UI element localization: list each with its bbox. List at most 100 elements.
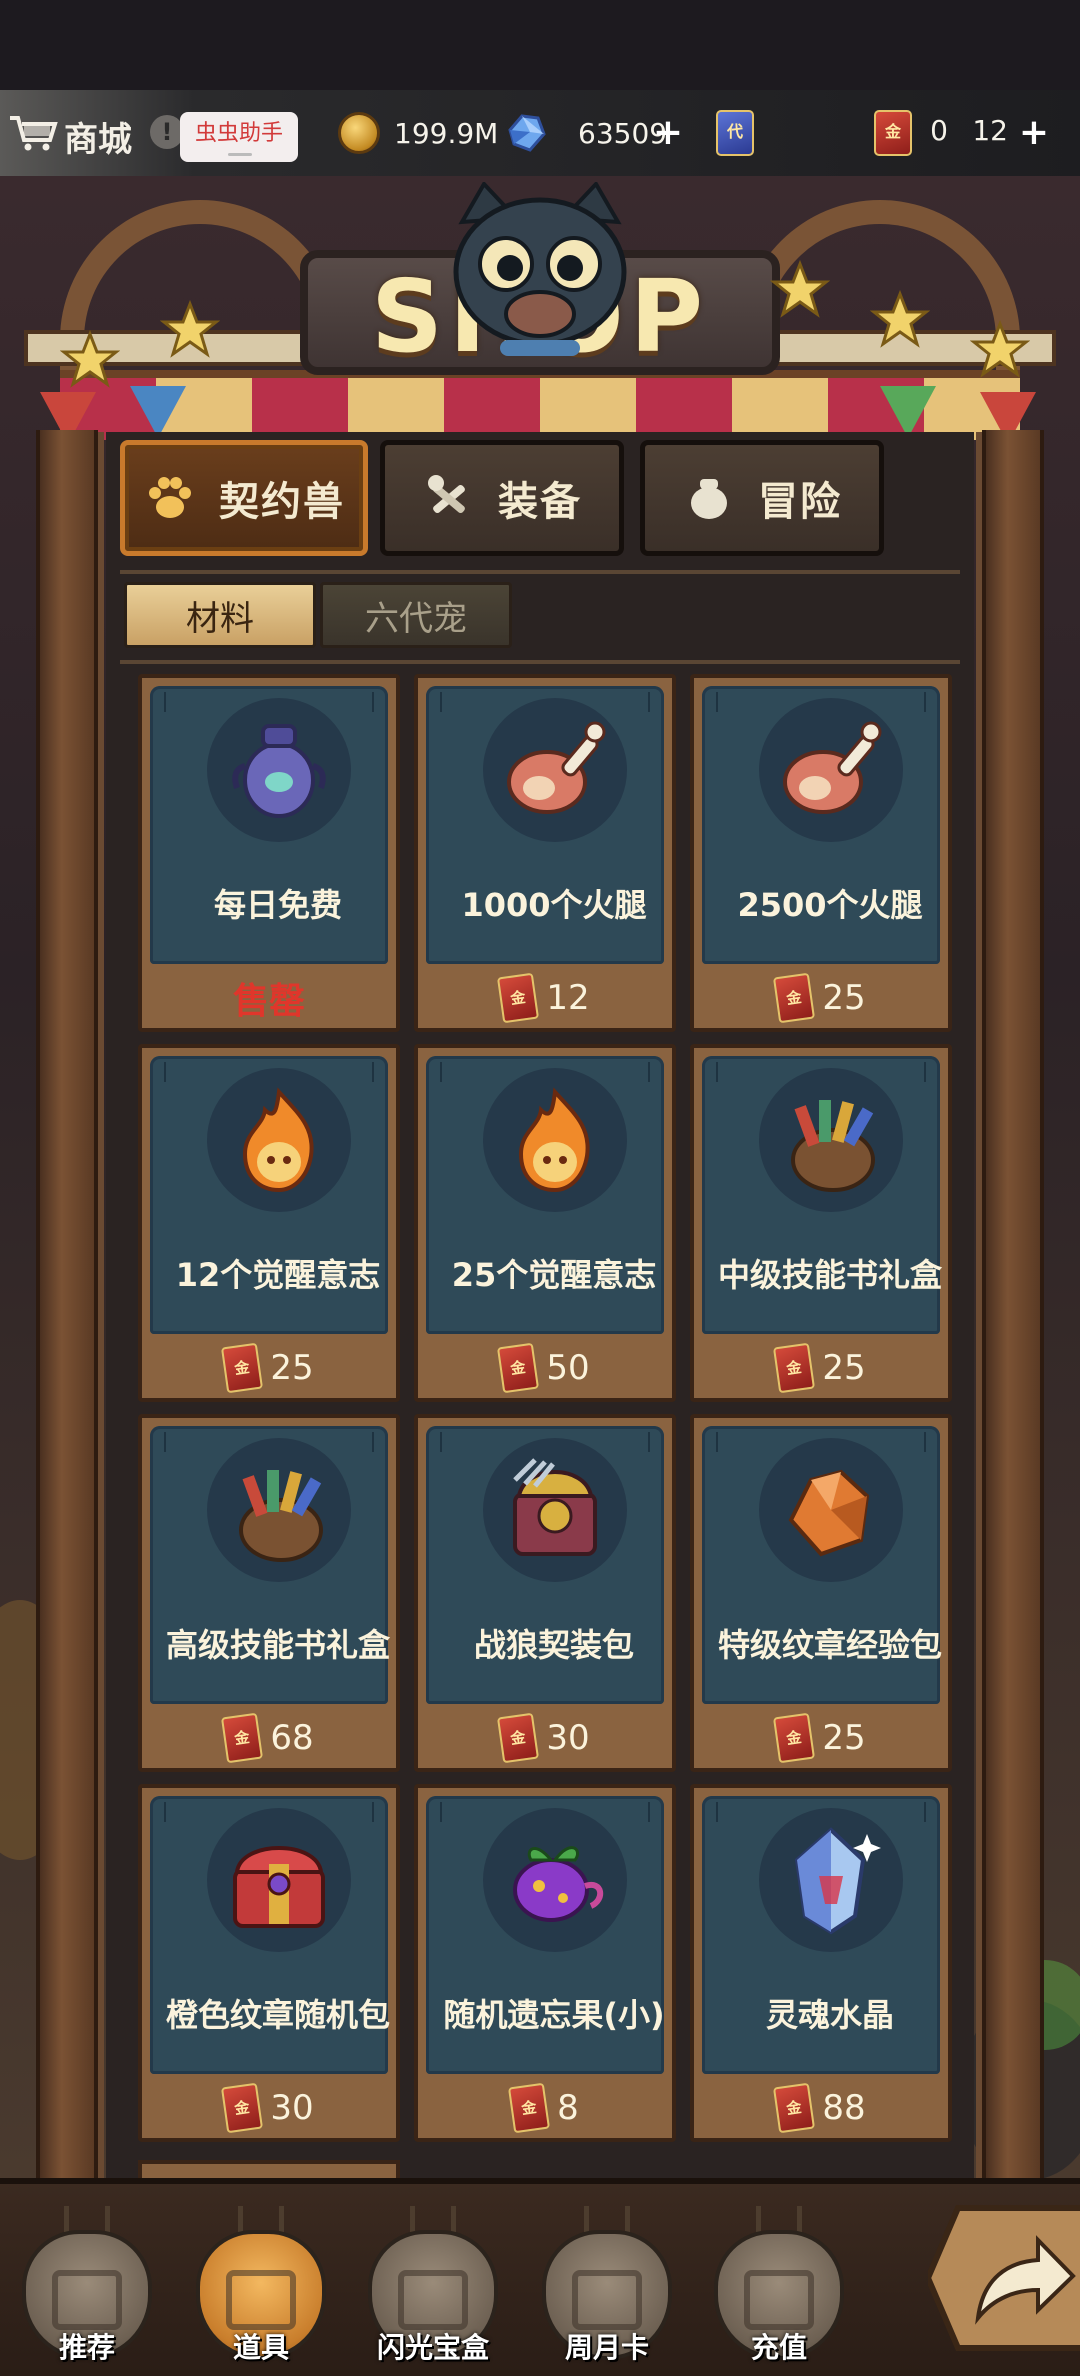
fruit-icon	[513, 1846, 603, 1922]
ham-icon	[783, 721, 882, 814]
nav-label: 道具	[232, 2331, 289, 2364]
nav-label: 推荐	[58, 2331, 115, 2364]
nav-recharge[interactable]: 充值	[714, 2200, 844, 2368]
item-display: 每日免费	[150, 686, 388, 964]
red-ticket-icon: 金	[874, 110, 912, 156]
divider	[120, 660, 960, 664]
item-display: 中级技能书礼盒	[702, 1056, 942, 1334]
shop-item-card[interactable]: 特级纹章经验包 金 25	[690, 1414, 952, 1772]
page-title: 商城	[64, 120, 132, 160]
price-tag[interactable]: 金 25	[694, 1708, 948, 1768]
item-display: 随机遗忘果(小)	[426, 1796, 665, 2074]
red-ticket-icon: 金	[221, 1342, 264, 1394]
nav-label: 周月卡	[564, 2331, 649, 2364]
nav-recommend[interactable]: 推荐	[22, 2200, 152, 2368]
backpack-icon	[226, 2270, 296, 2330]
nav-weekly-monthly-card[interactable]: 周月卡	[542, 2200, 672, 2368]
item-price: 50	[546, 1348, 590, 1388]
item-name: 随机遗忘果(小)	[443, 1996, 665, 2034]
shop-item-card[interactable]: 1000个火腿 金 12	[414, 674, 676, 1032]
blue-ticket-icon: 代	[716, 110, 754, 156]
price-tag[interactable]: 金 30	[418, 1708, 672, 1768]
shop-item-card[interactable]: 橙色纹章随机包 金 30	[138, 1784, 400, 2142]
gem-icon	[508, 114, 546, 152]
shop-item-card[interactable]: 灵魂水晶 金 88	[690, 1784, 952, 2142]
dice-icon	[398, 2270, 468, 2330]
shop-item-card[interactable]: 12个觉醒意志 金 25	[138, 1044, 400, 1402]
tab-adventure[interactable]: 冒险	[640, 440, 884, 556]
price-tag[interactable]: 金 30	[142, 2078, 396, 2138]
price-tag[interactable]: 金 50	[418, 1338, 672, 1398]
price-tag[interactable]: 金 25	[694, 1338, 948, 1398]
price-tag[interactable]: 金 25	[694, 968, 948, 1028]
tab-equipment[interactable]: 装备	[380, 440, 624, 556]
helper-badge[interactable]: 虫虫助手	[180, 112, 298, 162]
gold-counter: 199.9M	[338, 110, 498, 156]
item-display: 25个觉醒意志	[426, 1056, 664, 1334]
book-sack-icon	[791, 1100, 875, 1192]
price-tag[interactable]: 金 68	[142, 1708, 396, 1768]
tab-label: 装备	[498, 479, 582, 525]
shop-item-card[interactable]: 2500个火腿 金 25	[690, 674, 952, 1032]
shop-item-card[interactable]: 每日免费 售罄	[138, 674, 400, 1032]
shop-item-card[interactable]: 25个觉醒意志 金 50	[414, 1044, 676, 1402]
subtab-sixth-gen-pets[interactable]: 六代宠	[320, 582, 512, 648]
item-display: 高级技能书礼盒	[150, 1426, 390, 1704]
item-display: 橙色纹章随机包	[150, 1796, 390, 2074]
star-decoration-icon	[870, 290, 930, 348]
add-gems-button[interactable]: +	[652, 115, 684, 151]
book-sack-icon	[239, 1470, 323, 1562]
red-ticket-icon: 金	[497, 972, 540, 1024]
item-display: 12个觉醒意志	[150, 1056, 388, 1334]
nav-label: 充值	[750, 2331, 807, 2364]
item-name: 2500个火腿	[737, 886, 923, 924]
frame-pillar-left	[36, 430, 98, 2180]
pennant-decoration	[130, 386, 186, 438]
price-tag[interactable]: 金8	[418, 2078, 672, 2138]
item-display: 灵魂水晶	[702, 1796, 940, 2074]
price-tag[interactable]: 售罄	[142, 968, 396, 1028]
red-ticket-icon: 金	[773, 972, 816, 1024]
cart-icon	[10, 116, 58, 151]
divider	[120, 570, 960, 574]
notice-icon[interactable]: !	[150, 115, 184, 149]
status-bar-area	[0, 0, 1080, 90]
item-price: 25	[270, 1348, 314, 1388]
tab-contract-beast[interactable]: 契约兽	[120, 440, 368, 556]
price-tag[interactable]: 金 88	[694, 2078, 948, 2138]
gold-coin-icon	[338, 112, 380, 154]
price-tag[interactable]: 金 25	[142, 1338, 396, 1398]
next-arrow-button[interactable]	[928, 2198, 1080, 2358]
nav-items[interactable]: 道具	[196, 2200, 326, 2368]
subtab-materials[interactable]: 材料	[124, 582, 316, 648]
pot-icon	[691, 479, 727, 519]
up-arrow-icon	[572, 2270, 642, 2330]
item-price: 25	[822, 1718, 866, 1758]
blue-ticket-counter: 代	[716, 110, 754, 156]
tab-label: 契约兽	[219, 479, 345, 525]
item-name: 25个觉醒意志	[451, 1256, 657, 1294]
flame-icon	[518, 1087, 590, 1193]
add-red-ticket-button[interactable]: +	[1018, 115, 1050, 151]
item-display: 特级纹章经验包	[702, 1426, 942, 1704]
item-price: 8	[557, 2088, 579, 2128]
red-ticket-icon: 金	[221, 2082, 264, 2134]
shop-item-card[interactable]: 战狼契装包 金 30	[414, 1414, 676, 1772]
item-price: 25	[822, 978, 866, 1018]
ore-icon	[788, 1469, 870, 1557]
red-ticket-counter: 金	[874, 110, 912, 156]
gold-ticket-icon	[744, 2270, 814, 2330]
flame-icon	[242, 1087, 314, 1193]
crystal-icon	[794, 1827, 881, 1935]
star-decoration-icon	[770, 260, 830, 318]
shop-item-card[interactable]: 高级技能书礼盒 金 68	[138, 1414, 400, 1772]
item-price: 68	[270, 1718, 314, 1758]
shop-item-card[interactable]: 中级技能书礼盒 金 25	[690, 1044, 952, 1402]
item-price: 12	[546, 978, 590, 1018]
item-name: 战狼契装包	[473, 1626, 634, 1664]
item-price: 30	[270, 2088, 314, 2128]
red-ticket-icon: 金	[497, 1342, 540, 1394]
shop-item-card[interactable]: 随机遗忘果(小) 金8	[414, 1784, 676, 2142]
nav-flash-box[interactable]: 闪光宝盒	[368, 2200, 498, 2368]
price-tag[interactable]: 金 12	[418, 968, 672, 1028]
